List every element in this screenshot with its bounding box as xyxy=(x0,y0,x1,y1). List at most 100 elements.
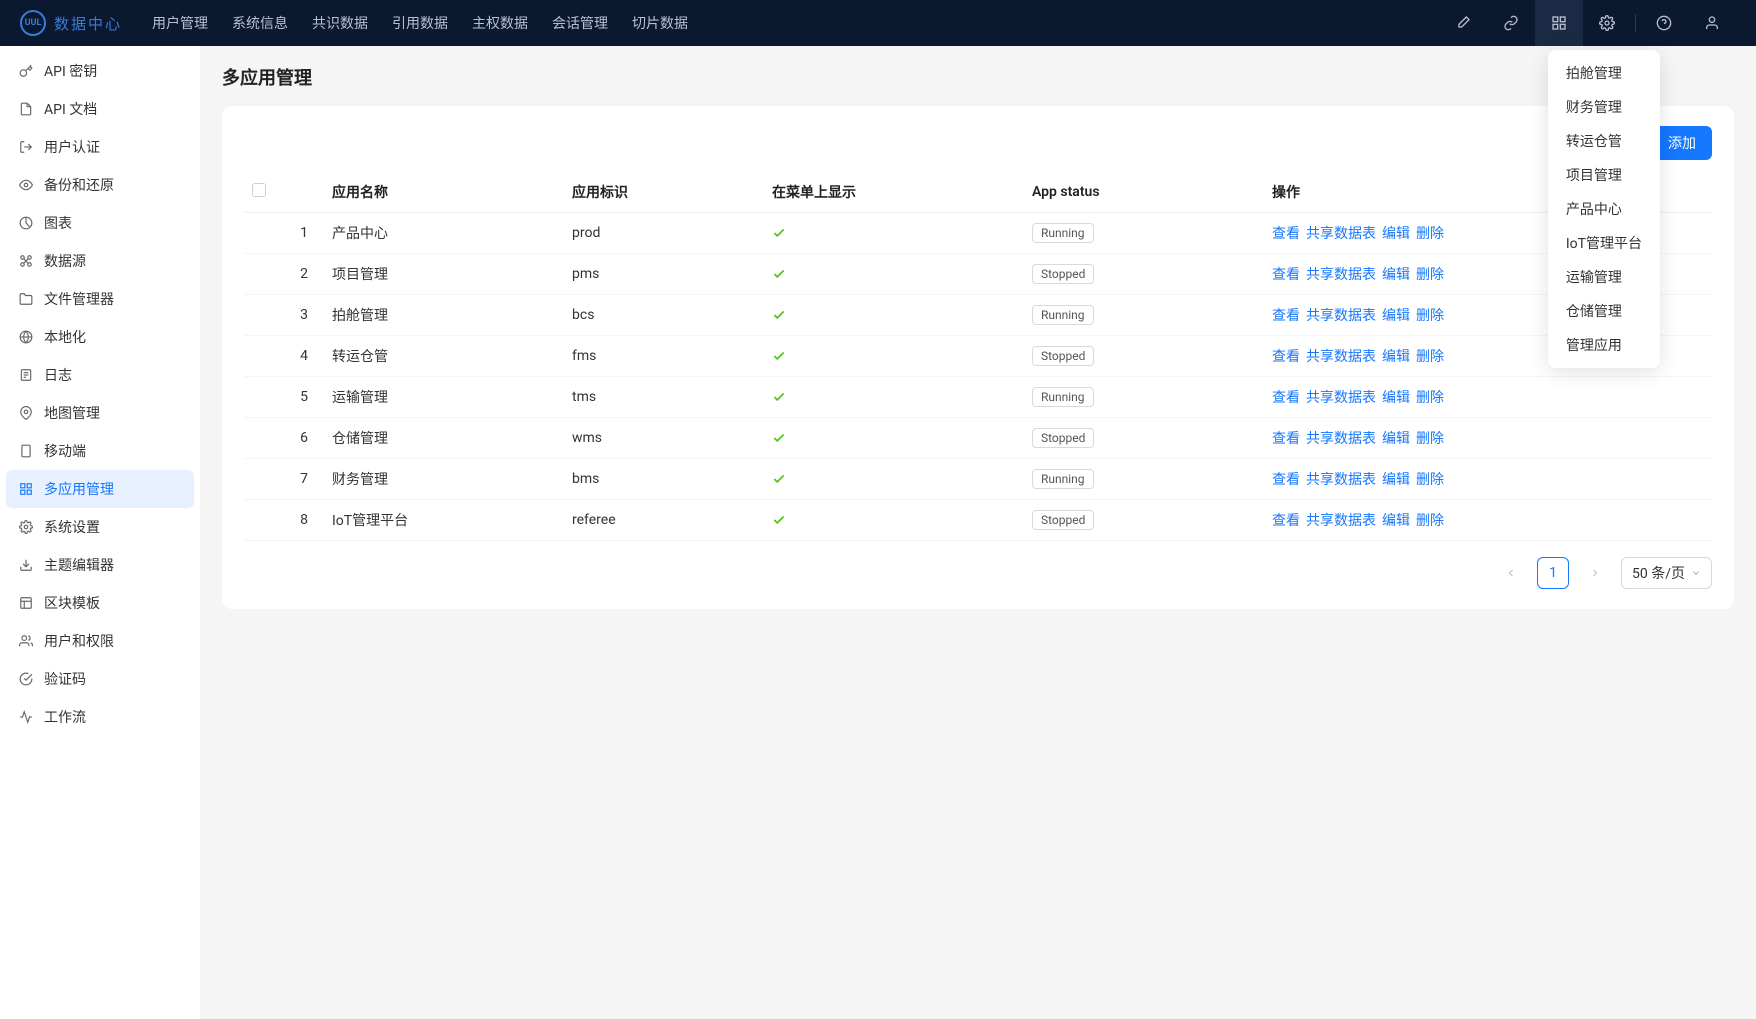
checkbox-all[interactable] xyxy=(252,183,266,197)
sidebar-item[interactable]: API 文档 xyxy=(6,90,194,128)
action-view[interactable]: 查看 xyxy=(1272,226,1300,242)
top-nav-item[interactable]: 切片数据 xyxy=(632,13,688,33)
action-share[interactable]: 共享数据表 xyxy=(1306,308,1376,324)
top-nav-item[interactable]: 主权数据 xyxy=(472,13,528,33)
sidebar-item-label: 系统设置 xyxy=(44,517,100,537)
row-tag: referee xyxy=(564,500,764,541)
row-name: IoT管理平台 xyxy=(324,500,564,541)
sidebar-item-label: API 文档 xyxy=(44,99,97,119)
row-tag: wms xyxy=(564,418,764,459)
action-delete[interactable]: 删除 xyxy=(1416,513,1444,529)
dropdown-item[interactable]: 财务管理 xyxy=(1554,90,1654,124)
action-edit[interactable]: 编辑 xyxy=(1382,226,1410,242)
action-edit[interactable]: 编辑 xyxy=(1382,390,1410,406)
action-delete[interactable]: 删除 xyxy=(1416,267,1444,283)
action-view[interactable]: 查看 xyxy=(1272,431,1300,447)
page-size-select[interactable]: 50 条/页 xyxy=(1621,557,1712,589)
action-view[interactable]: 查看 xyxy=(1272,513,1300,529)
header-actions xyxy=(1439,0,1736,46)
phone-icon xyxy=(18,443,34,459)
action-edit[interactable]: 编辑 xyxy=(1382,431,1410,447)
link-icon[interactable] xyxy=(1487,0,1535,46)
top-nav-item[interactable]: 用户管理 xyxy=(152,13,208,33)
dropdown-item[interactable]: 转运仓管 xyxy=(1554,124,1654,158)
action-share[interactable]: 共享数据表 xyxy=(1306,513,1376,529)
action-share[interactable]: 共享数据表 xyxy=(1306,267,1376,283)
sidebar-item[interactable]: 主题编辑器 xyxy=(6,546,194,584)
sidebar-item[interactable]: 移动端 xyxy=(6,432,194,470)
sidebar-item[interactable]: 文件管理器 xyxy=(6,280,194,318)
sidebar-item[interactable]: 数据源 xyxy=(6,242,194,280)
action-edit[interactable]: 编辑 xyxy=(1382,349,1410,365)
sidebar-item[interactable]: 多应用管理 xyxy=(6,470,194,508)
sidebar-item[interactable]: 日志 xyxy=(6,356,194,394)
action-share[interactable]: 共享数据表 xyxy=(1306,390,1376,406)
action-delete[interactable]: 删除 xyxy=(1416,226,1444,242)
sidebar-item[interactable]: 验证码 xyxy=(6,660,194,698)
action-share[interactable]: 共享数据表 xyxy=(1306,226,1376,242)
top-nav-item[interactable]: 共识数据 xyxy=(312,13,368,33)
action-view[interactable]: 查看 xyxy=(1272,349,1300,365)
sidebar-item[interactable]: 区块模板 xyxy=(6,584,194,622)
page-number[interactable]: 1 xyxy=(1537,557,1569,589)
action-edit[interactable]: 编辑 xyxy=(1382,308,1410,324)
action-view[interactable]: 查看 xyxy=(1272,472,1300,488)
dropdown-item[interactable]: 运输管理 xyxy=(1554,260,1654,294)
exit-icon xyxy=(18,139,34,155)
settings-icon[interactable] xyxy=(1583,0,1631,46)
dropdown-item[interactable]: 产品中心 xyxy=(1554,192,1654,226)
top-nav-item[interactable]: 引用数据 xyxy=(392,13,448,33)
action-share[interactable]: 共享数据表 xyxy=(1306,349,1376,365)
action-share[interactable]: 共享数据表 xyxy=(1306,472,1376,488)
apps-icon[interactable] xyxy=(1535,0,1583,46)
action-share[interactable]: 共享数据表 xyxy=(1306,431,1376,447)
action-delete[interactable]: 删除 xyxy=(1416,349,1444,365)
sidebar-item[interactable]: 系统设置 xyxy=(6,508,194,546)
help-icon[interactable] xyxy=(1640,0,1688,46)
eye-icon xyxy=(18,177,34,193)
user-icon[interactable] xyxy=(1688,0,1736,46)
action-edit[interactable]: 编辑 xyxy=(1382,513,1410,529)
action-edit[interactable]: 编辑 xyxy=(1382,472,1410,488)
row-tag: pms xyxy=(564,254,764,295)
sidebar-item[interactable]: 用户和权限 xyxy=(6,622,194,660)
sidebar-item[interactable]: 用户认证 xyxy=(6,128,194,166)
action-delete[interactable]: 删除 xyxy=(1416,472,1444,488)
top-nav-item[interactable]: 系统信息 xyxy=(232,13,288,33)
col-check xyxy=(244,172,284,213)
sidebar-item[interactable]: 工作流 xyxy=(6,698,194,736)
logo[interactable]: UUL 数据中心 xyxy=(20,10,122,36)
dropdown-item[interactable]: 拍舱管理 xyxy=(1554,56,1654,90)
divider xyxy=(1635,14,1636,32)
action-view[interactable]: 查看 xyxy=(1272,267,1300,283)
edit-icon[interactable] xyxy=(1439,0,1487,46)
dropdown-item[interactable]: 仓储管理 xyxy=(1554,294,1654,328)
row-show xyxy=(764,213,1024,254)
gear-icon xyxy=(18,519,34,535)
sidebar-item[interactable]: 本地化 xyxy=(6,318,194,356)
row-status: Stopped xyxy=(1024,500,1264,541)
top-nav-item[interactable]: 会话管理 xyxy=(552,13,608,33)
dropdown-item[interactable]: 管理应用 xyxy=(1554,328,1654,362)
sidebar-item-label: 日志 xyxy=(44,365,72,385)
page-next[interactable] xyxy=(1579,557,1611,589)
sidebar-item[interactable]: 地图管理 xyxy=(6,394,194,432)
action-view[interactable]: 查看 xyxy=(1272,308,1300,324)
action-edit[interactable]: 编辑 xyxy=(1382,267,1410,283)
action-delete[interactable]: 删除 xyxy=(1416,431,1444,447)
dropdown-item[interactable]: IoT管理平台 xyxy=(1554,226,1654,260)
action-delete[interactable]: 删除 xyxy=(1416,308,1444,324)
check-icon xyxy=(772,226,1016,240)
sidebar-item[interactable]: 备份和还原 xyxy=(6,166,194,204)
action-delete[interactable]: 删除 xyxy=(1416,390,1444,406)
check-icon xyxy=(772,431,1016,445)
sidebar-item[interactable]: API 密钥 xyxy=(6,52,194,90)
action-view[interactable]: 查看 xyxy=(1272,390,1300,406)
sidebar-item-label: 用户和权限 xyxy=(44,631,114,651)
row-name: 仓储管理 xyxy=(324,418,564,459)
sidebar-item[interactable]: 图表 xyxy=(6,204,194,242)
flow-icon xyxy=(18,709,34,725)
dropdown-item[interactable]: 项目管理 xyxy=(1554,158,1654,192)
page-size-label: 50 条/页 xyxy=(1632,563,1685,583)
page-prev[interactable] xyxy=(1495,557,1527,589)
